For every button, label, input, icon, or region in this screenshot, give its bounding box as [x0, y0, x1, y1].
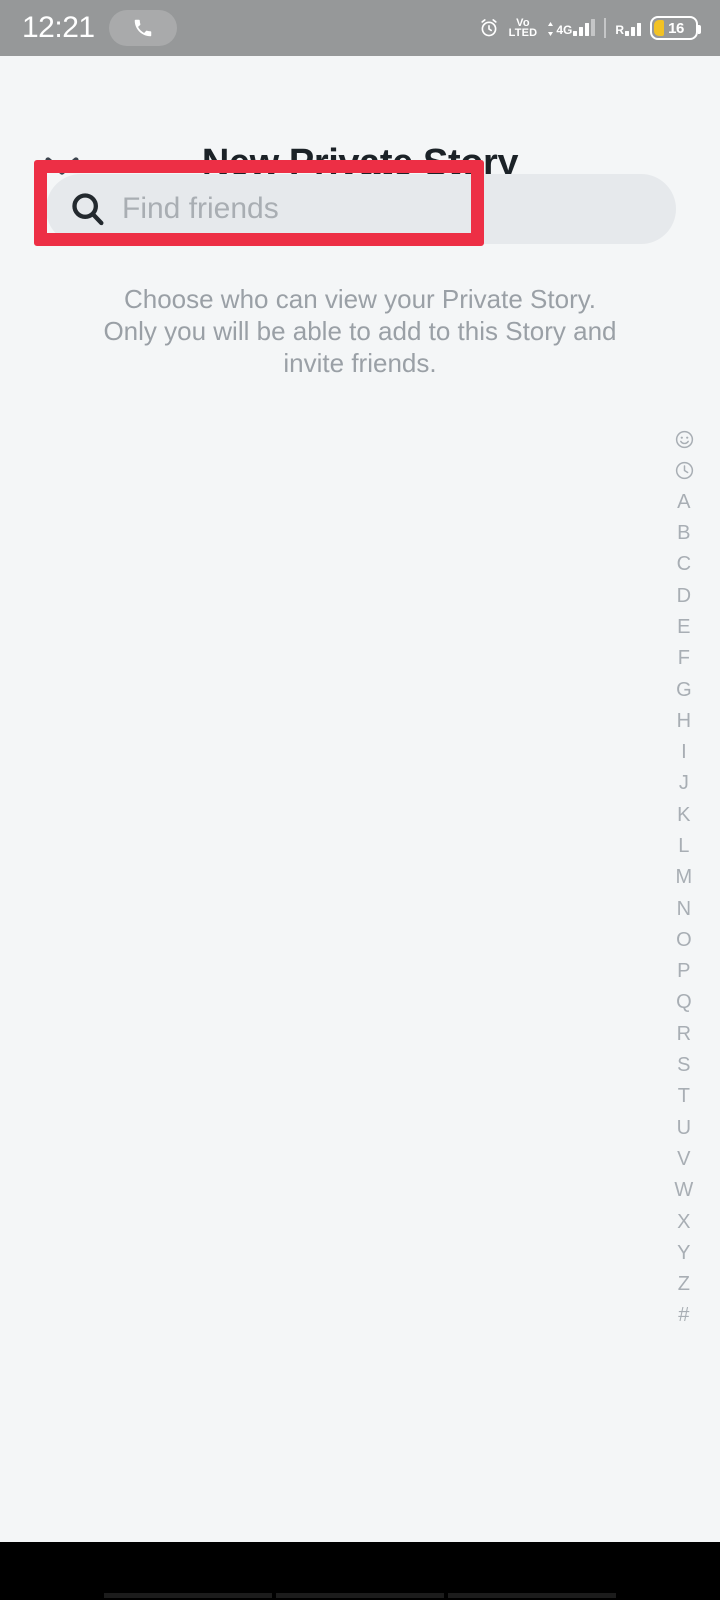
description-text: Choose who can view your Private Story. …: [80, 283, 640, 379]
search-input[interactable]: [108, 192, 676, 226]
signal-bars-secondary: [625, 20, 641, 36]
index-letter-u[interactable]: U: [664, 1113, 704, 1144]
index-letter-n[interactable]: N: [664, 893, 704, 924]
index-letter-j[interactable]: J: [664, 768, 704, 799]
index-letter-b[interactable]: B: [664, 518, 704, 549]
description-line-2: Only you will be able to add to this Sto…: [103, 316, 617, 346]
index-letter-v[interactable]: V: [664, 1144, 704, 1175]
index-letter-g[interactable]: G: [664, 674, 704, 705]
battery-icon: 16: [650, 16, 701, 40]
index-letter-i[interactable]: I: [664, 737, 704, 768]
index-letter-s[interactable]: S: [664, 1050, 704, 1081]
nav-hint-back[interactable]: [104, 1593, 272, 1598]
status-bar-icons: Vo LTED 4G R 16: [478, 16, 701, 40]
battery-percent-label: 16: [668, 19, 684, 37]
system-navigation-bar: [0, 1542, 720, 1600]
nav-button-hints: [0, 1593, 720, 1598]
alphabet-index-rail[interactable]: A B C D E F G H I J K L M N O P Q R S T U V W X Y Z #: [664, 424, 704, 1332]
index-letter-l[interactable]: L: [664, 831, 704, 862]
roaming-label: R: [615, 23, 624, 37]
mobile-data-indicator: 4G: [546, 19, 596, 37]
index-letter-d[interactable]: D: [664, 580, 704, 611]
data-arrows-icon: [546, 22, 555, 36]
index-letter-c[interactable]: C: [664, 549, 704, 580]
signal-bars-primary: [573, 19, 596, 36]
index-letter-z[interactable]: Z: [664, 1269, 704, 1300]
index-letter-a[interactable]: A: [664, 487, 704, 518]
index-letter-hash[interactable]: #: [664, 1300, 704, 1331]
battery-fill: [654, 20, 664, 36]
index-letter-k[interactable]: K: [664, 800, 704, 831]
network-type-label: 4G: [556, 23, 573, 37]
index-letter-x[interactable]: X: [664, 1206, 704, 1237]
index-letter-f[interactable]: F: [664, 643, 704, 674]
description-line-1: Choose who can view your Private Story.: [123, 284, 597, 314]
index-letter-m[interactable]: M: [664, 862, 704, 893]
index-letter-y[interactable]: Y: [664, 1238, 704, 1269]
status-bar: 12:21 Vo LTED 4G R 16: [0, 0, 720, 56]
index-letter-p[interactable]: P: [664, 956, 704, 987]
index-letter-t[interactable]: T: [664, 1081, 704, 1112]
volte-indicator: Vo LTED: [508, 18, 538, 39]
roaming-indicator: R: [615, 20, 641, 36]
index-letter-o[interactable]: O: [664, 925, 704, 956]
smiley-face-icon[interactable]: [664, 424, 704, 455]
nav-hint-home[interactable]: [276, 1593, 444, 1598]
description-line-3: invite friends.: [283, 348, 437, 378]
status-bar-clock: 12:21: [22, 11, 95, 44]
index-letter-w[interactable]: W: [664, 1175, 704, 1206]
app-header: New Private Story: [0, 56, 720, 184]
search-row: [46, 174, 676, 244]
phone-screen: 12:21 Vo LTED 4G R 16 New Private Story …: [0, 0, 720, 1600]
index-letter-e[interactable]: E: [664, 612, 704, 643]
search-bar[interactable]: [46, 174, 676, 244]
alarm-clock-icon: [478, 17, 500, 39]
recent-clock-icon[interactable]: [664, 455, 704, 486]
index-letter-q[interactable]: Q: [664, 987, 704, 1018]
nav-hint-recents[interactable]: [448, 1593, 616, 1598]
search-icon: [68, 189, 108, 229]
index-letter-r[interactable]: R: [664, 1019, 704, 1050]
status-divider: [604, 18, 607, 38]
phone-icon: [108, 10, 177, 46]
volte-line-2: LTED: [508, 27, 538, 39]
index-letter-h[interactable]: H: [664, 706, 704, 737]
